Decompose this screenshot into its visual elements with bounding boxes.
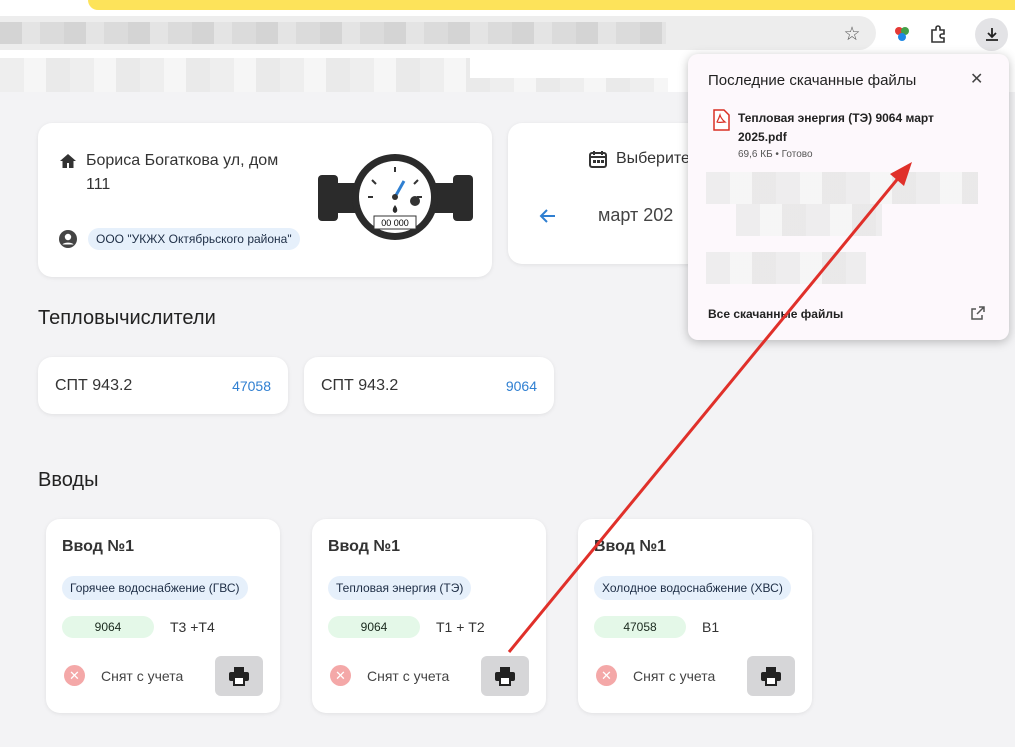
address-text: Бориса Богаткова ул, дом 111	[86, 152, 279, 193]
print-button[interactable]	[747, 656, 795, 696]
calendar-icon	[589, 151, 607, 168]
input-card: Ввод №1 Горячее водоснабжение (ГВС) 9064…	[46, 519, 280, 713]
home-icon	[60, 154, 76, 168]
download-file-meta: 69,6 КБ • Готово	[738, 149, 813, 160]
printer-icon	[229, 667, 249, 686]
selected-month: март 202	[598, 205, 674, 225]
blurred-bookmarks-2	[0, 78, 668, 92]
close-circle-icon: ✕	[596, 665, 617, 686]
meter-counter: 00 000	[381, 218, 409, 228]
calculator-number[interactable]: 9064	[506, 378, 537, 394]
print-button[interactable]	[215, 656, 263, 696]
input-title: Ввод №1	[594, 538, 667, 555]
input-title: Ввод №1	[62, 538, 135, 555]
extension-colored-icon[interactable]	[888, 20, 916, 48]
blurred-bookmarks	[0, 58, 470, 78]
address-bar[interactable]	[0, 16, 876, 50]
calculator-name: СПТ 943.2	[321, 376, 399, 394]
calculator-name: СПТ 943.2	[55, 376, 133, 394]
download-item[interactable]: Тепловая энергия (ТЭ) 9064 март 2025.pdf…	[712, 109, 958, 160]
meter-number-chip: 47058	[594, 616, 686, 638]
date-picker-card: Выберите март 202	[508, 123, 708, 264]
arrow-left-icon[interactable]	[538, 206, 558, 226]
pipe-lines: Т3 +Т4	[170, 619, 215, 635]
status-text: Снят с учета	[101, 667, 184, 684]
input-card: Ввод №1 Тепловая энергия (ТЭ) 9064 Т1 + …	[312, 519, 546, 713]
meter-number-chip: 9064	[328, 616, 420, 638]
account-circle-icon	[59, 230, 77, 248]
organization-chip: ООО "УКЖХ Октябрьского района"	[88, 228, 300, 250]
address-card: Бориса Богаткова ул, дом 111 ООО "УКЖХ О…	[38, 123, 492, 277]
pipe-lines: Т1 + Т2	[436, 619, 485, 635]
pipe-lines: В1	[702, 619, 720, 635]
input-type-chip: Тепловая энергия (ТЭ)	[328, 576, 472, 600]
status-text: Снят с учета	[633, 667, 716, 684]
blurred-url	[0, 22, 666, 44]
calculators-title: Тепловычислители	[38, 307, 216, 329]
bookmark-star-icon[interactable]: ☆	[840, 22, 864, 46]
calculator-card[interactable]: СПТ 943.2 9064	[304, 357, 554, 414]
close-circle-icon: ✕	[64, 665, 85, 686]
puzzle-icon[interactable]	[924, 20, 952, 48]
status: ✕ Снят с учета	[596, 665, 715, 686]
blurred-download-item	[706, 252, 866, 284]
calculator-number[interactable]: 47058	[232, 378, 271, 394]
downloads-title: Последние скачанные файлы	[708, 72, 917, 89]
status-text: Снят с учета	[367, 667, 450, 684]
printer-icon	[495, 667, 515, 686]
meter-number-chip: 9064	[62, 616, 154, 638]
input-title: Ввод №1	[328, 538, 401, 555]
blurred-download-item	[706, 172, 978, 204]
input-card: Ввод №1 Холодное водоснабжение (ХВС) 470…	[578, 519, 812, 713]
close-circle-icon: ✕	[330, 665, 351, 686]
print-button[interactable]	[481, 656, 529, 696]
status: ✕ Снят с учета	[330, 665, 449, 686]
calculator-card[interactable]: СПТ 943.2 47058	[38, 357, 288, 414]
pdf-file-icon	[713, 109, 730, 131]
notification-strip	[88, 0, 1015, 10]
all-downloads-link[interactable]: Все скачанные файлы	[708, 307, 843, 321]
date-label: Выберите	[616, 150, 690, 167]
blurred-download-item	[736, 204, 882, 236]
water-meter-illustration: 00 000	[318, 154, 473, 240]
input-type-chip: Горячее водоснабжение (ГВС)	[62, 576, 248, 600]
inputs-title: Вводы	[38, 469, 99, 491]
open-external-icon[interactable]	[970, 305, 986, 326]
downloads-panel: Последние скачанные файлы ✕ Тепловая эне…	[688, 54, 1009, 340]
input-type-chip: Холодное водоснабжение (ХВС)	[594, 576, 791, 600]
download-icon[interactable]	[975, 18, 1008, 51]
printer-icon	[761, 667, 781, 686]
close-icon[interactable]: ✕	[970, 69, 983, 89]
status: ✕ Снят с учета	[64, 665, 183, 686]
download-file-name: Тепловая энергия (ТЭ) 9064 март 2025.pdf	[738, 111, 934, 144]
